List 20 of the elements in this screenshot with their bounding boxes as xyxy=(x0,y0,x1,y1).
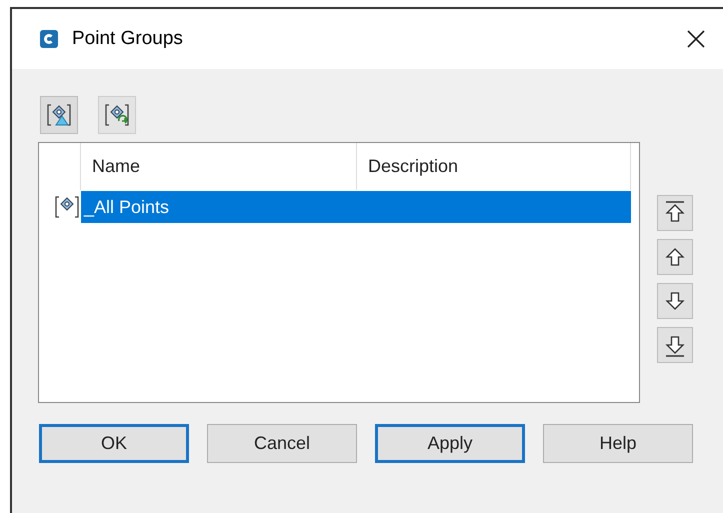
move-button[interactable] xyxy=(657,195,693,231)
dialog-button[interactable]: Help xyxy=(543,424,693,463)
dialog-button[interactable]: Cancel xyxy=(207,424,357,463)
app-logo-icon xyxy=(40,30,58,48)
column-header[interactable]: Description xyxy=(357,143,631,190)
move-button[interactable] xyxy=(657,283,693,319)
move-button[interactable] xyxy=(657,327,693,363)
window-title: Point Groups xyxy=(72,26,183,51)
point-group-icon xyxy=(54,194,80,220)
refresh-point-group-button[interactable] xyxy=(98,96,136,134)
dialog-button[interactable]: OK xyxy=(39,424,189,463)
close-icon xyxy=(686,29,706,49)
point-refresh-icon xyxy=(104,102,130,128)
move-button[interactable] xyxy=(657,239,693,275)
create-point-group-button[interactable] xyxy=(40,96,78,134)
group-name: _All Points xyxy=(82,196,170,218)
dialog-button[interactable]: Apply xyxy=(375,424,525,463)
list-row[interactable]: _All Points xyxy=(81,191,631,223)
point-triangle-icon xyxy=(46,102,72,128)
column-header[interactable]: Name xyxy=(81,143,357,190)
